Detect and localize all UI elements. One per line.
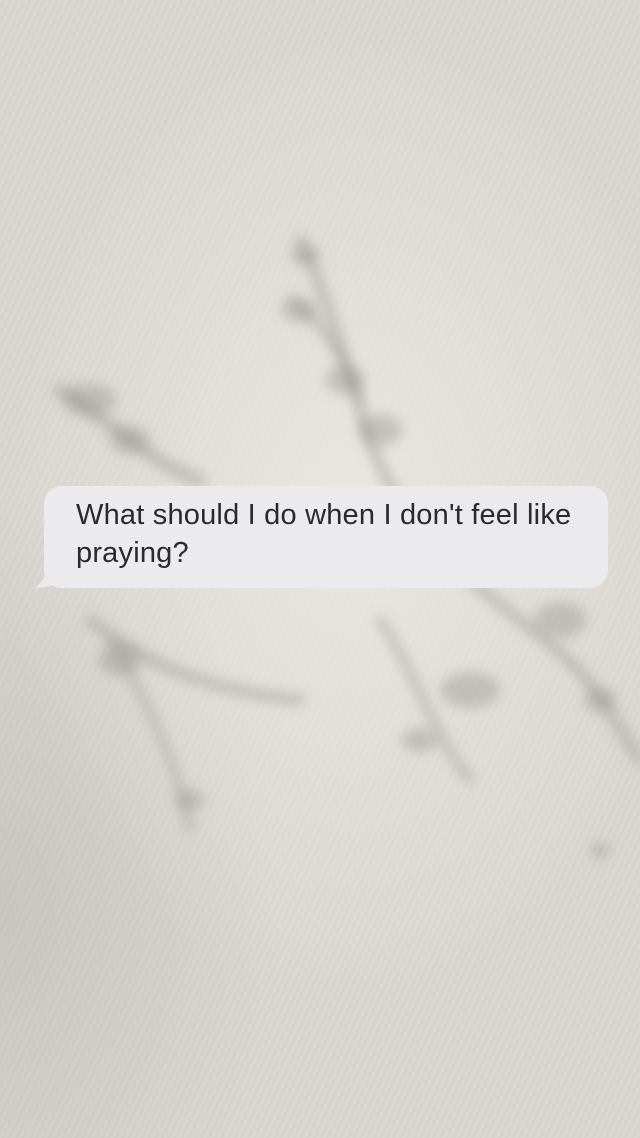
- message-bubble: What should I do when I don't feel like …: [44, 486, 608, 588]
- message-text: What should I do when I don't feel like …: [76, 499, 572, 569]
